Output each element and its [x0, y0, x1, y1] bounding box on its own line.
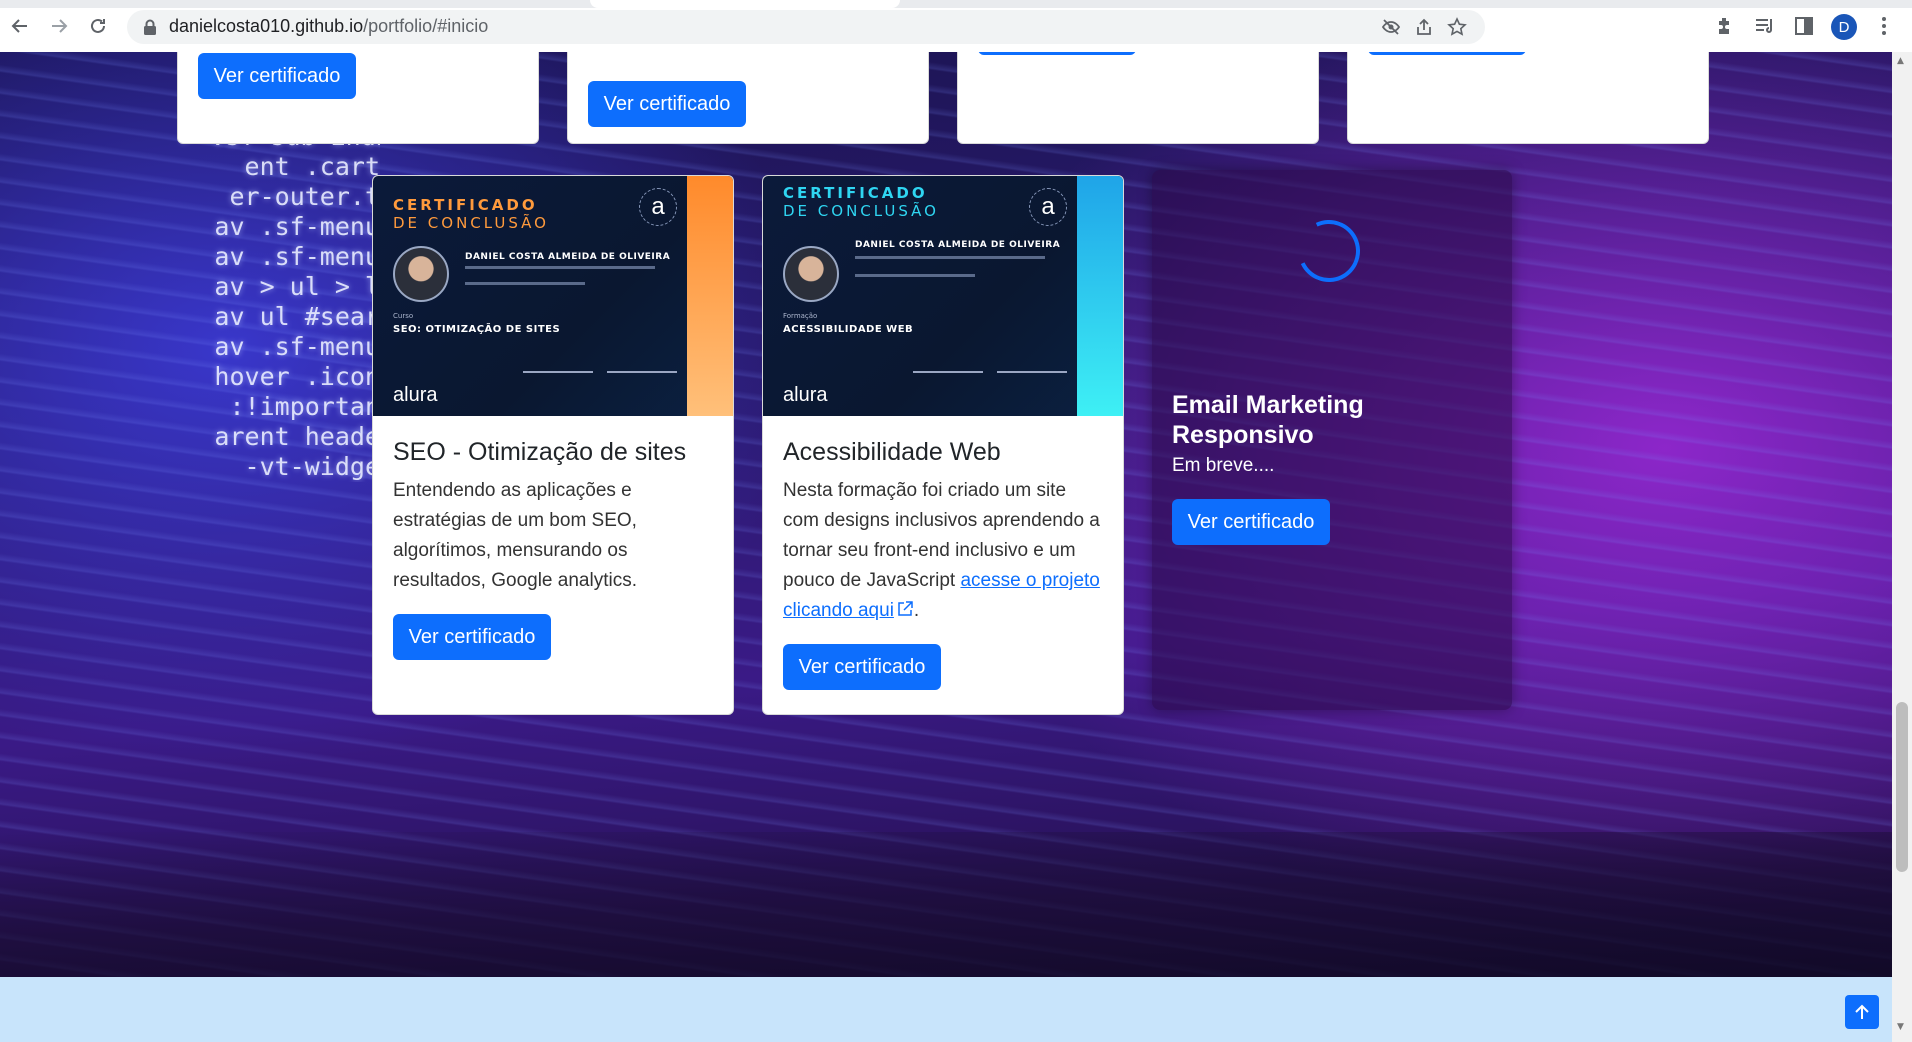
alura-badge-icon: a [1029, 188, 1067, 226]
code-line: :!importan [229, 392, 380, 421]
card-text: Entendendo as aplicações e estratégias d… [393, 480, 637, 591]
url-host: danielcosta010.github.io [169, 16, 364, 36]
card-title: Email Marketing Responsivo [1172, 391, 1364, 449]
side-panel-icon[interactable] [1792, 14, 1816, 38]
top-card-3 [957, 52, 1319, 144]
url-path: /portfolio/#inicio [363, 16, 489, 36]
code-line: hover .icon [214, 362, 380, 391]
reload-icon[interactable] [86, 14, 110, 38]
course-card-seo: a CERTIFICADO DE CONCLUSÃO DANIEL COSTA … [372, 175, 734, 715]
view-certificate-button[interactable]: Ver certificado [783, 644, 941, 690]
view-certificate-button[interactable] [978, 52, 1136, 55]
certificate-subheading: DE CONCLUSÃO [393, 214, 549, 232]
eye-off-icon[interactable] [1381, 17, 1401, 37]
top-card-4 [1347, 52, 1709, 144]
reading-list-icon[interactable] [1753, 14, 1777, 38]
code-line: -vt-widge [244, 452, 380, 481]
share-icon[interactable] [1414, 17, 1434, 37]
scroll-down-arrow-icon[interactable]: ▼ [1897, 1022, 1904, 1032]
code-line: av .sf-menu [214, 242, 380, 271]
lock-icon [144, 19, 156, 35]
card-title: SEO - Otimização de sites [393, 438, 687, 466]
certificate-image[interactable]: a CERTIFICADO DE CONCLUSÃO DANIEL COSTA … [763, 176, 1123, 416]
back-icon[interactable] [8, 14, 32, 38]
view-certificate-button[interactable]: Ver certificado [198, 53, 356, 99]
certificate-course-label: Curso [393, 312, 414, 320]
address-bar[interactable]: danielcosta010.github.io/portfolio/#inic… [127, 10, 1485, 44]
certificate-accent-stripe [687, 176, 733, 416]
certificate-detail-line [855, 256, 1045, 259]
alura-logo: alura [783, 384, 828, 406]
view-certificate-button[interactable]: Ver certificado [588, 81, 746, 127]
certificate-course-label: Formação [783, 312, 818, 320]
course-card-acessibilidade: a CERTIFICADO DE CONCLUSÃO DANIEL COSTA … [762, 175, 1124, 715]
profile-avatar[interactable]: D [1831, 14, 1857, 40]
browser-toolbar: danielcosta010.github.io/portfolio/#inic… [0, 0, 1912, 53]
signature-line [997, 371, 1067, 373]
certificate-detail-line [855, 274, 975, 277]
card-text-end: . [913, 600, 920, 621]
certificate-image[interactable]: a CERTIFICADO DE CONCLUSÃO DANIEL COSTA … [373, 176, 733, 416]
card-text: Nesta formação foi criado um site com de… [783, 476, 1101, 626]
more-menu-icon[interactable] [1872, 14, 1896, 38]
background-code-image: > .sf-sub-indicaent .carter-outer.tav .s… [150, 122, 380, 482]
profile-photo [393, 246, 449, 302]
external-link-icon[interactable] [896, 598, 914, 616]
code-line: av > ul > l [214, 272, 380, 301]
card-text: Em breve.... [1172, 455, 1275, 476]
certificate-course: SEO: OTIMIZAÇÃO DE SITES [393, 324, 561, 335]
top-card-1: Ver certificado [177, 52, 539, 144]
signature-line [523, 371, 593, 373]
extensions-icon[interactable] [1713, 14, 1737, 38]
view-certificate-button[interactable]: Ver certificado [393, 614, 551, 660]
code-line: av ul #sear [214, 302, 380, 331]
certificate-name: DANIEL COSTA ALMEIDA DE OLIVEIRA [465, 252, 671, 262]
scroll-thumb[interactable] [1896, 702, 1908, 872]
view-certificate-button[interactable] [1368, 52, 1526, 55]
coming-soon-card: Email Marketing Responsivo Em breve.... … [1152, 170, 1512, 710]
alura-logo: alura [393, 384, 438, 406]
scroll-up-arrow-icon[interactable]: ▲ [1897, 56, 1904, 66]
code-line: er-outer.t [229, 182, 380, 211]
star-icon[interactable] [1447, 17, 1467, 37]
footer-band [0, 977, 1892, 1042]
code-line: ent .cart [244, 152, 380, 181]
page-viewport: > .sf-sub-indicaent .carter-outer.tav .s… [0, 52, 1892, 1042]
certificate-detail-line [465, 266, 655, 269]
card-title: Acessibilidade Web [783, 438, 1001, 466]
view-certificate-button[interactable]: Ver certificado [1172, 499, 1330, 545]
top-card-2: Ver certificado [567, 52, 929, 144]
code-line: av .sf-menu [214, 212, 380, 241]
back-to-top-button[interactable] [1845, 995, 1879, 1029]
url-text: danielcosta010.github.io/portfolio/#inic… [169, 16, 488, 37]
certificate-course: ACESSIBILIDADE WEB [783, 324, 914, 335]
profile-photo [783, 246, 839, 302]
alura-badge-icon: a [639, 188, 677, 226]
certificate-heading: CERTIFICADO [393, 196, 538, 214]
forward-icon[interactable] [47, 14, 71, 38]
certificate-detail-line [465, 282, 585, 285]
signature-line [913, 371, 983, 373]
certificate-accent-stripe [1077, 176, 1123, 416]
signature-line [607, 371, 677, 373]
code-line: arent heade [214, 422, 380, 451]
certificate-heading: CERTIFICADO [783, 184, 928, 202]
certificate-subheading: DE CONCLUSÃO [783, 202, 939, 220]
tab-strip [0, 0, 1912, 8]
page-scrollbar[interactable]: ▲ ▼ [1892, 52, 1912, 1042]
code-line: av .sf-menu [214, 332, 380, 361]
certificate-name: DANIEL COSTA ALMEIDA DE OLIVEIRA [855, 240, 1061, 250]
active-tab[interactable] [590, 0, 900, 8]
loading-spinner [1289, 211, 1369, 291]
arrow-up-icon [1855, 1004, 1869, 1019]
